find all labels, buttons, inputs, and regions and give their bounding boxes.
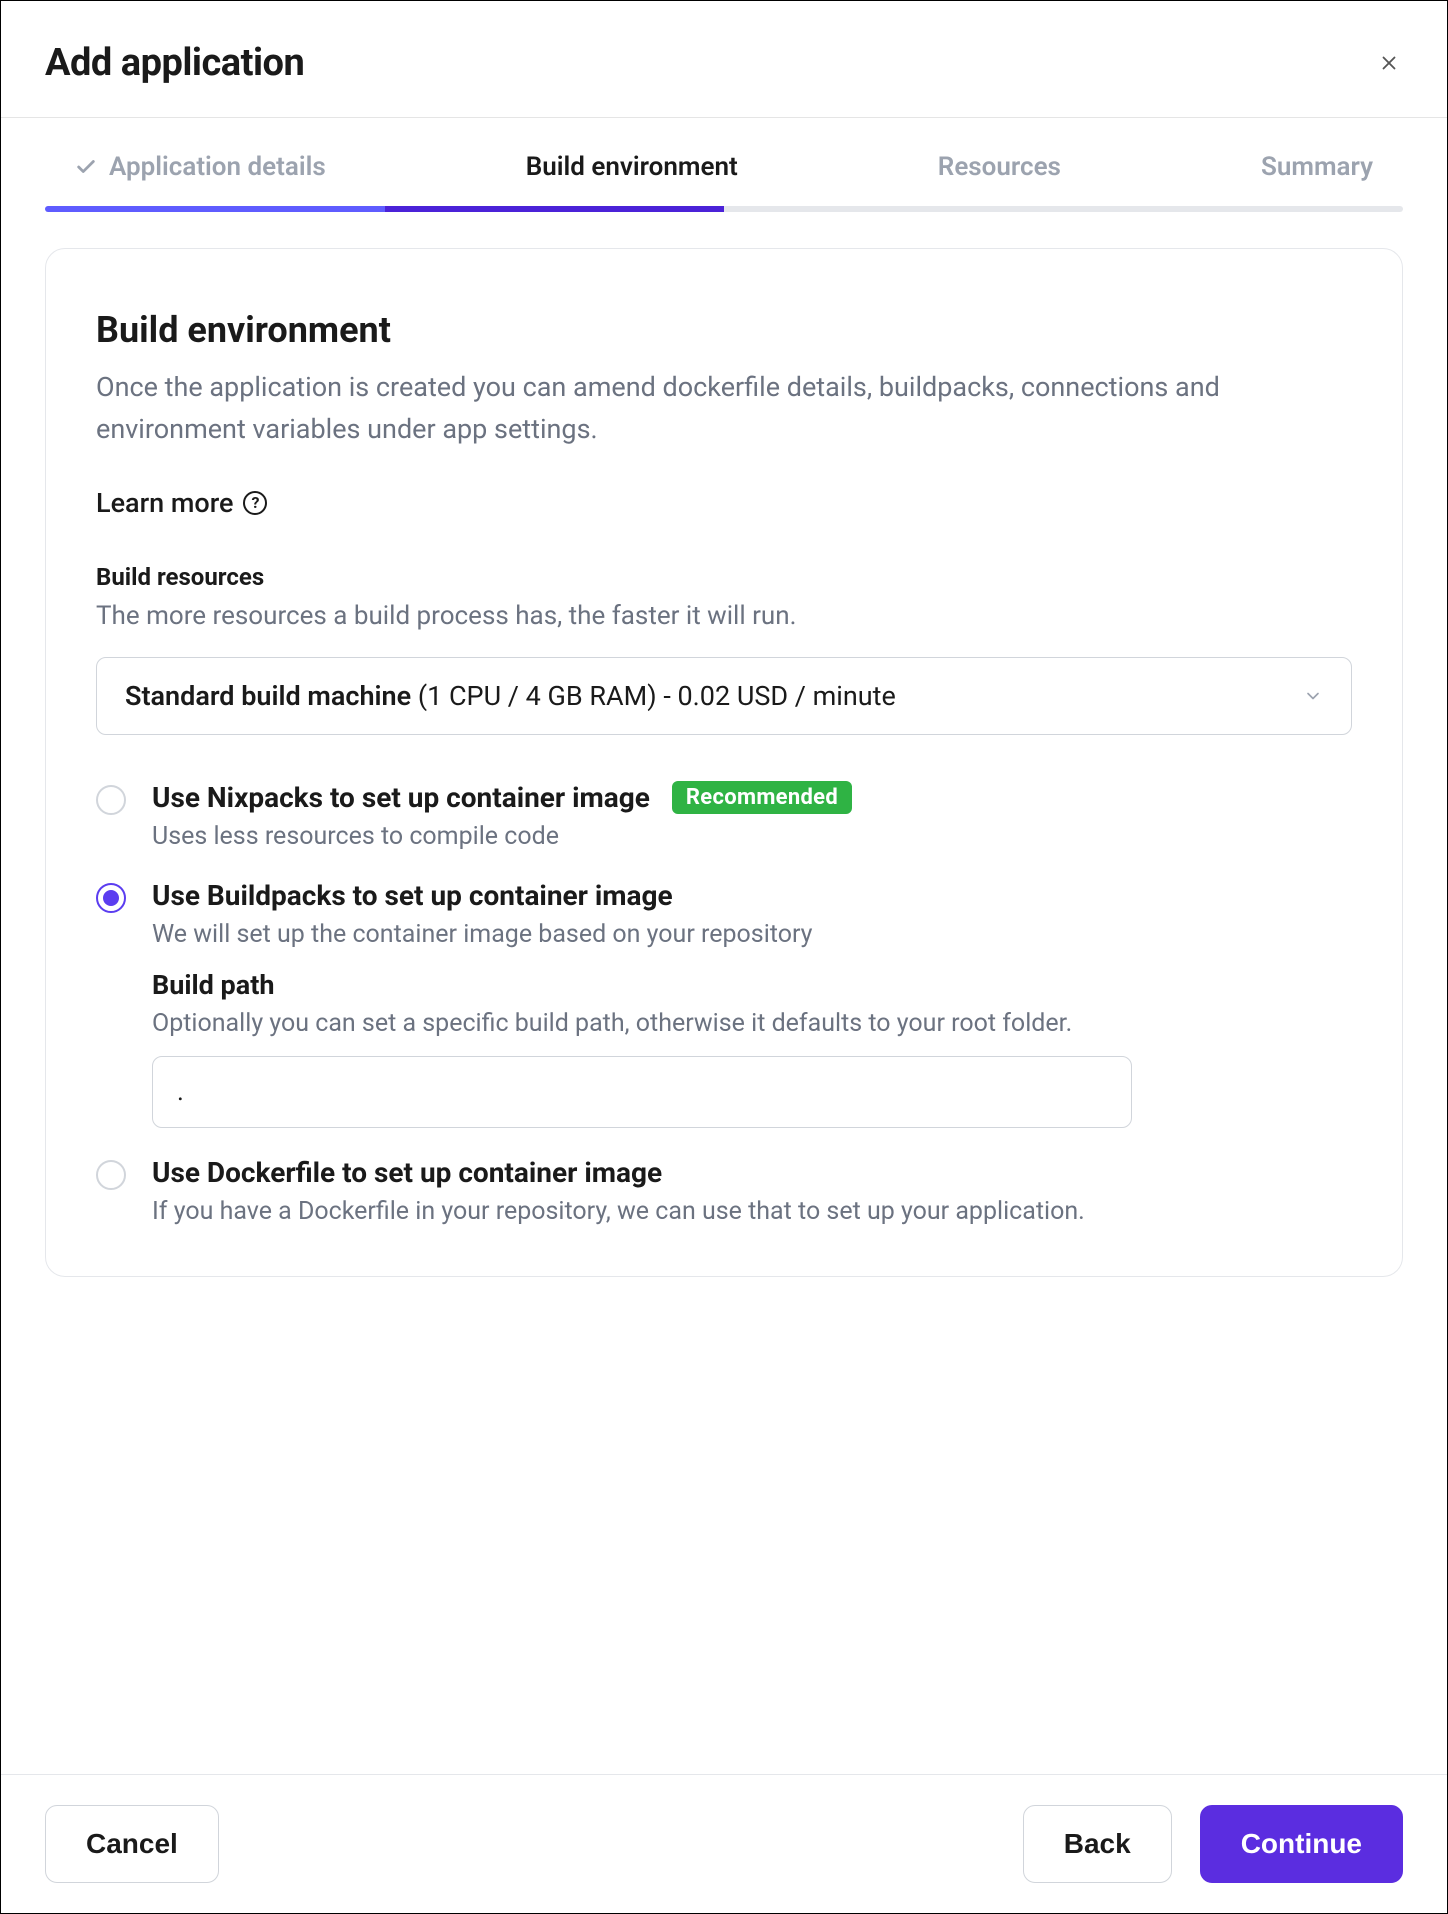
back-button[interactable]: Back xyxy=(1023,1805,1172,1883)
radio-dockerfile[interactable] xyxy=(96,1160,126,1190)
step-label: Summary xyxy=(1261,152,1373,182)
select-value: Standard build machine (1 CPU / 4 GB RAM… xyxy=(125,680,896,712)
option-description: We will set up the container image based… xyxy=(152,920,1352,949)
option-title: Use Dockerfile to set up container image xyxy=(152,1156,662,1189)
option-nixpacks: Use Nixpacks to set up container image R… xyxy=(96,781,1352,851)
build-resources-description: The more resources a build process has, … xyxy=(96,601,1352,631)
cancel-button[interactable]: Cancel xyxy=(45,1805,219,1883)
check-icon xyxy=(75,156,97,178)
option-description: If you have a Dockerfile in your reposit… xyxy=(152,1197,1352,1226)
step-resources[interactable]: Resources xyxy=(938,152,1061,182)
option-title: Use Nixpacks to set up container image xyxy=(152,781,650,814)
build-machine-select[interactable]: Standard build machine (1 CPU / 4 GB RAM… xyxy=(96,657,1352,735)
continue-button[interactable]: Continue xyxy=(1200,1805,1403,1883)
step-application-details[interactable]: Application details xyxy=(75,152,326,182)
learn-more-label: Learn more xyxy=(96,487,233,519)
modal-header: Add application xyxy=(1,1,1447,118)
recommended-badge: Recommended xyxy=(672,781,852,814)
step-build-environment[interactable]: Build environment xyxy=(526,152,738,182)
form-card: Build environment Once the application i… xyxy=(45,248,1403,1277)
option-description: Uses less resources to compile code xyxy=(152,822,1352,851)
help-icon: ? xyxy=(243,491,267,515)
learn-more-link[interactable]: Learn more ? xyxy=(96,487,1352,519)
chevron-down-icon xyxy=(1303,686,1323,706)
step-label: Resources xyxy=(938,152,1061,182)
close-button[interactable] xyxy=(1375,49,1403,77)
build-path-description: Optionally you can set a specific build … xyxy=(152,1009,1352,1038)
radio-buildpacks[interactable] xyxy=(96,883,126,913)
build-path-input[interactable] xyxy=(152,1056,1132,1128)
build-resources-title: Build resources xyxy=(96,563,1352,591)
option-buildpacks: Use Buildpacks to set up container image… xyxy=(96,879,1352,1128)
section-title: Build environment xyxy=(96,309,1352,351)
step-label: Application details xyxy=(109,152,326,182)
build-path-section: Build path Optionally you can set a spec… xyxy=(152,969,1352,1128)
page-title: Add application xyxy=(45,41,304,85)
stepper: Application details Build environment Re… xyxy=(1,118,1447,212)
main-content: Build environment Once the application i… xyxy=(1,212,1447,1774)
build-path-title: Build path xyxy=(152,969,1352,1001)
option-title: Use Buildpacks to set up container image xyxy=(152,879,673,912)
step-summary[interactable]: Summary xyxy=(1261,152,1373,182)
close-icon xyxy=(1378,52,1400,74)
option-dockerfile: Use Dockerfile to set up container image… xyxy=(96,1156,1352,1226)
modal-footer: Cancel Back Continue xyxy=(1,1774,1447,1913)
section-description: Once the application is created you can … xyxy=(96,367,1352,451)
step-label: Build environment xyxy=(526,152,738,182)
container-image-options: Use Nixpacks to set up container image R… xyxy=(96,781,1352,1226)
radio-nixpacks[interactable] xyxy=(96,785,126,815)
